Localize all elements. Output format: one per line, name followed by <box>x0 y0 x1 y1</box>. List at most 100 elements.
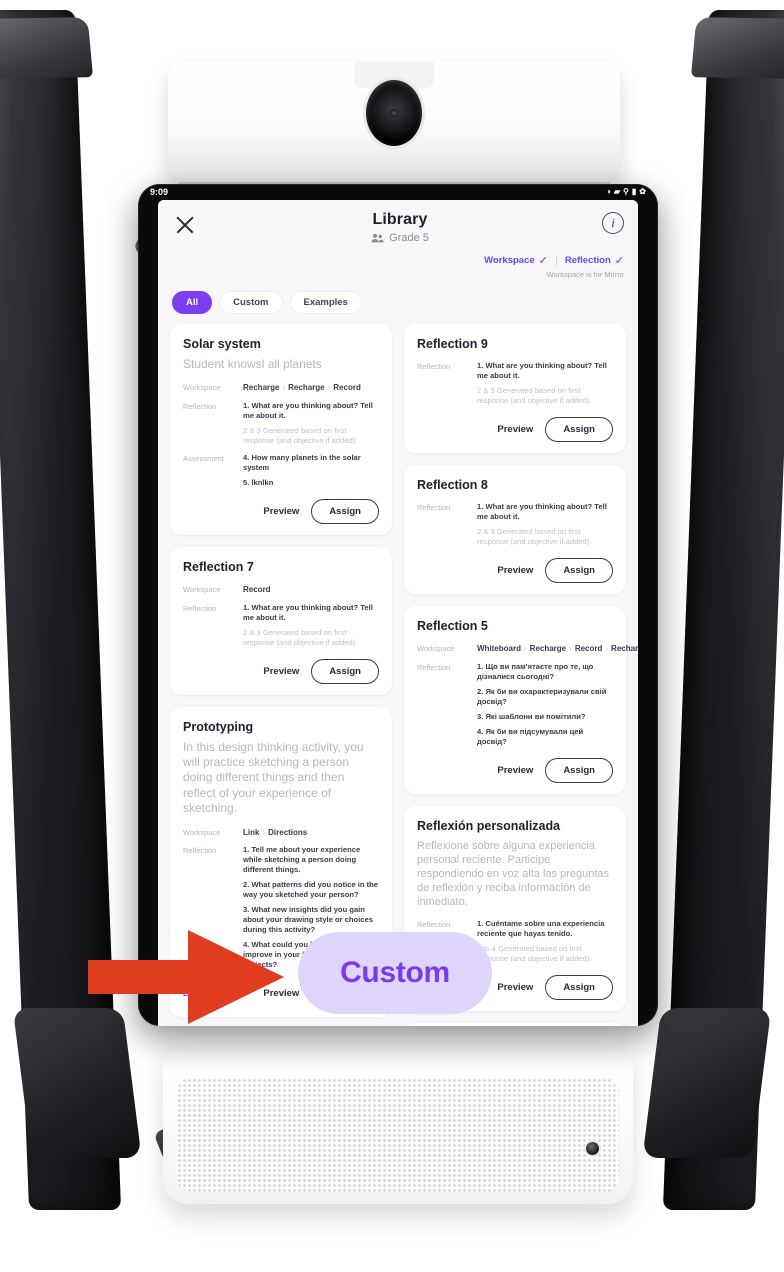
chevron-right-icon: › <box>605 644 609 654</box>
activity-library-grid: Solar system Student knowsl all planets … <box>158 324 638 1026</box>
meta-label: Reflection <box>417 362 451 371</box>
breadcrumb: Link › Directions <box>243 827 379 839</box>
card-actions: Preview Assign <box>417 757 613 783</box>
wifi-icon: ▰ <box>613 187 621 196</box>
reflection-question: 1. What are you thinking about? Tell me … <box>243 602 373 622</box>
chevron-right-icon: › <box>524 644 527 654</box>
preview-button[interactable]: Preview <box>497 565 533 576</box>
activity-card[interactable]: Reflection 7 Workspace Record Reflection <box>170 547 392 695</box>
breadcrumb: Whiteboard›Recharge›Record›Recharge <box>477 643 638 655</box>
meta-body: 1. What are you thinking about? Tell me … <box>477 502 613 547</box>
reflection-note: 2 & 3 Generated based on first response … <box>243 425 358 445</box>
reflection-note: 2 & 3 Generated based on first response … <box>477 386 592 406</box>
meta-row-workspace: Workspace Whiteboard › Recharge › Record › Rec… <box>417 643 638 655</box>
speaker-port-icon <box>586 1142 599 1155</box>
leg-foot-left <box>12 1008 142 1158</box>
leg-cap-right <box>690 17 784 79</box>
close-icon[interactable] <box>172 212 198 238</box>
check-icon: ✓ <box>538 255 548 267</box>
meta-body: 1. What are you thinking about? Tell me … <box>243 603 379 648</box>
card-meta: Workspace Record Reflection 1. What are … <box>183 584 379 648</box>
chevron-right-icon: › <box>569 644 572 654</box>
camera-icon <box>366 80 422 146</box>
reflection-question: 1. Tell me about your experience while s… <box>243 845 361 875</box>
app-header: Library Grade 5 i <box>158 200 638 248</box>
chevron-right-icon: › <box>282 383 286 393</box>
assign-button[interactable]: Assign <box>311 658 379 684</box>
card-actions: Preview Assign <box>417 558 613 584</box>
meta-label: Reflection <box>183 401 217 411</box>
filter-chip-all[interactable]: All <box>172 291 213 314</box>
gear-icon: ✿ <box>639 187 646 196</box>
annotation-callout: Custom <box>298 932 492 1014</box>
preview-button[interactable]: Preview <box>263 506 299 517</box>
card-title: Reflection 8 <box>417 478 488 493</box>
annotation-label: Custom <box>340 956 450 989</box>
card-title: Reflection 5 <box>417 619 488 634</box>
camera-housing <box>168 62 620 182</box>
breadcrumb-item: Record <box>333 383 361 393</box>
card-meta: Workspace Whiteboard › Recharge › Record › Rec… <box>417 643 638 747</box>
breadcrumb-item: Link <box>243 827 260 837</box>
chevron-right-icon: › <box>327 383 331 393</box>
card-actions: Preview Assign <box>417 417 613 443</box>
breadcrumb-item: Recharge <box>288 383 325 393</box>
status-bar-time: 9:09 <box>150 187 169 197</box>
meta-label: Workspace <box>183 383 221 393</box>
grade-label: Grade 5 <box>389 232 429 244</box>
tablet-screen: Library Grade 5 i Workspace ✓ Reflection… <box>158 200 638 1026</box>
view-toggles: Workspace ✓ Reflection ✓ <box>158 248 638 267</box>
assign-button[interactable]: Assign <box>545 417 613 443</box>
toggle-reflection[interactable]: Reflection ✓ <box>565 254 624 267</box>
reflection-question: 2. Як би ви охарактеризували свій досвід… <box>477 686 607 706</box>
meta-row-assessment: Assessment 4. How many planets in the so… <box>183 453 379 488</box>
screenshot-root: 9:09 ◑ ▰ ⚲ ▮ ✿ Library Grade 5 i Workspa… <box>0 0 784 1272</box>
card-title: Reflexión personalizada <box>417 818 561 833</box>
preview-button[interactable]: Preview <box>497 982 533 993</box>
activity-card[interactable]: Reflection 8 Reflection 1. What are you … <box>404 465 626 595</box>
reflection-question: 1. Що ви пам'ятаєте про те, що дізналися… <box>477 661 594 681</box>
meta-body: Record <box>243 584 379 596</box>
breadcrumb: Record <box>243 585 271 595</box>
alert-icon: ◑ <box>606 187 611 196</box>
reflection-question: 1. Cuéntame sobre una experiencia recien… <box>477 919 605 939</box>
preview-button[interactable]: Preview <box>263 666 299 677</box>
grade-row: Grade 5 <box>198 232 602 244</box>
meta-label: Workspace <box>417 644 455 654</box>
toggle-workspace[interactable]: Workspace ✓ <box>484 254 548 267</box>
assign-button[interactable]: Assign <box>311 499 379 525</box>
meta-label: Workspace <box>183 827 221 837</box>
meta-row-workspace: Workspace Recharge › Recharge › Record <box>183 382 379 394</box>
assign-button[interactable]: Assign <box>545 975 613 1001</box>
breadcrumb-item: Directions <box>268 827 308 837</box>
assign-button[interactable]: Assign <box>545 558 613 584</box>
leg-foot-right <box>642 1008 772 1158</box>
breadcrumb-item: Recharge <box>243 383 280 393</box>
filter-chip-examples[interactable]: Examples <box>289 291 362 314</box>
meta-label: Reflection <box>183 603 217 613</box>
activity-card[interactable]: aloud <box>404 1023 626 1026</box>
meta-body: Recharge › Recharge › Record <box>243 382 379 394</box>
activity-card[interactable]: Solar system Student knowsl all planets … <box>170 324 392 536</box>
reflection-question: 4. Як би ви підсумували цей досвід? <box>477 726 584 746</box>
filter-chip-custom[interactable]: Custom <box>219 291 283 314</box>
card-actions: Preview Assign <box>183 499 379 525</box>
info-icon[interactable]: i <box>602 212 624 234</box>
card-title: Prototyping <box>183 719 254 734</box>
activity-card[interactable]: Reflection 5 Workspace Whiteboard › Rechar… <box>404 606 638 794</box>
card-meta: Workspace Recharge › Recharge › Record Refle… <box>183 382 379 488</box>
toggle-reflection-label: Reflection <box>564 255 611 266</box>
breadcrumb: Recharge › Recharge › Record <box>243 382 379 394</box>
breadcrumb-item: Whiteboard <box>477 644 521 654</box>
reflection-note: 2 & 3 Generated based on first response … <box>477 527 592 547</box>
card-subtitle: Reflexione sobre alguna experiencia pers… <box>417 839 610 909</box>
reflection-question: 2. What patterns did you notice in the w… <box>243 880 379 900</box>
meta-body: 1. Що ви пам'ятаєте про те, що дізналися… <box>477 662 613 747</box>
meta-row-reflection: Reflection 1. What are you thinking abou… <box>183 401 379 446</box>
activity-card[interactable]: Reflection 9 Reflection 1. What are you … <box>404 324 626 454</box>
reflection-question: 1. What are you thinking about? Tell me … <box>243 400 373 420</box>
preview-button[interactable]: Preview <box>497 424 533 435</box>
preview-button[interactable]: Preview <box>497 765 533 776</box>
assign-button[interactable]: Assign <box>545 757 613 783</box>
speaker-base <box>163 1046 633 1204</box>
